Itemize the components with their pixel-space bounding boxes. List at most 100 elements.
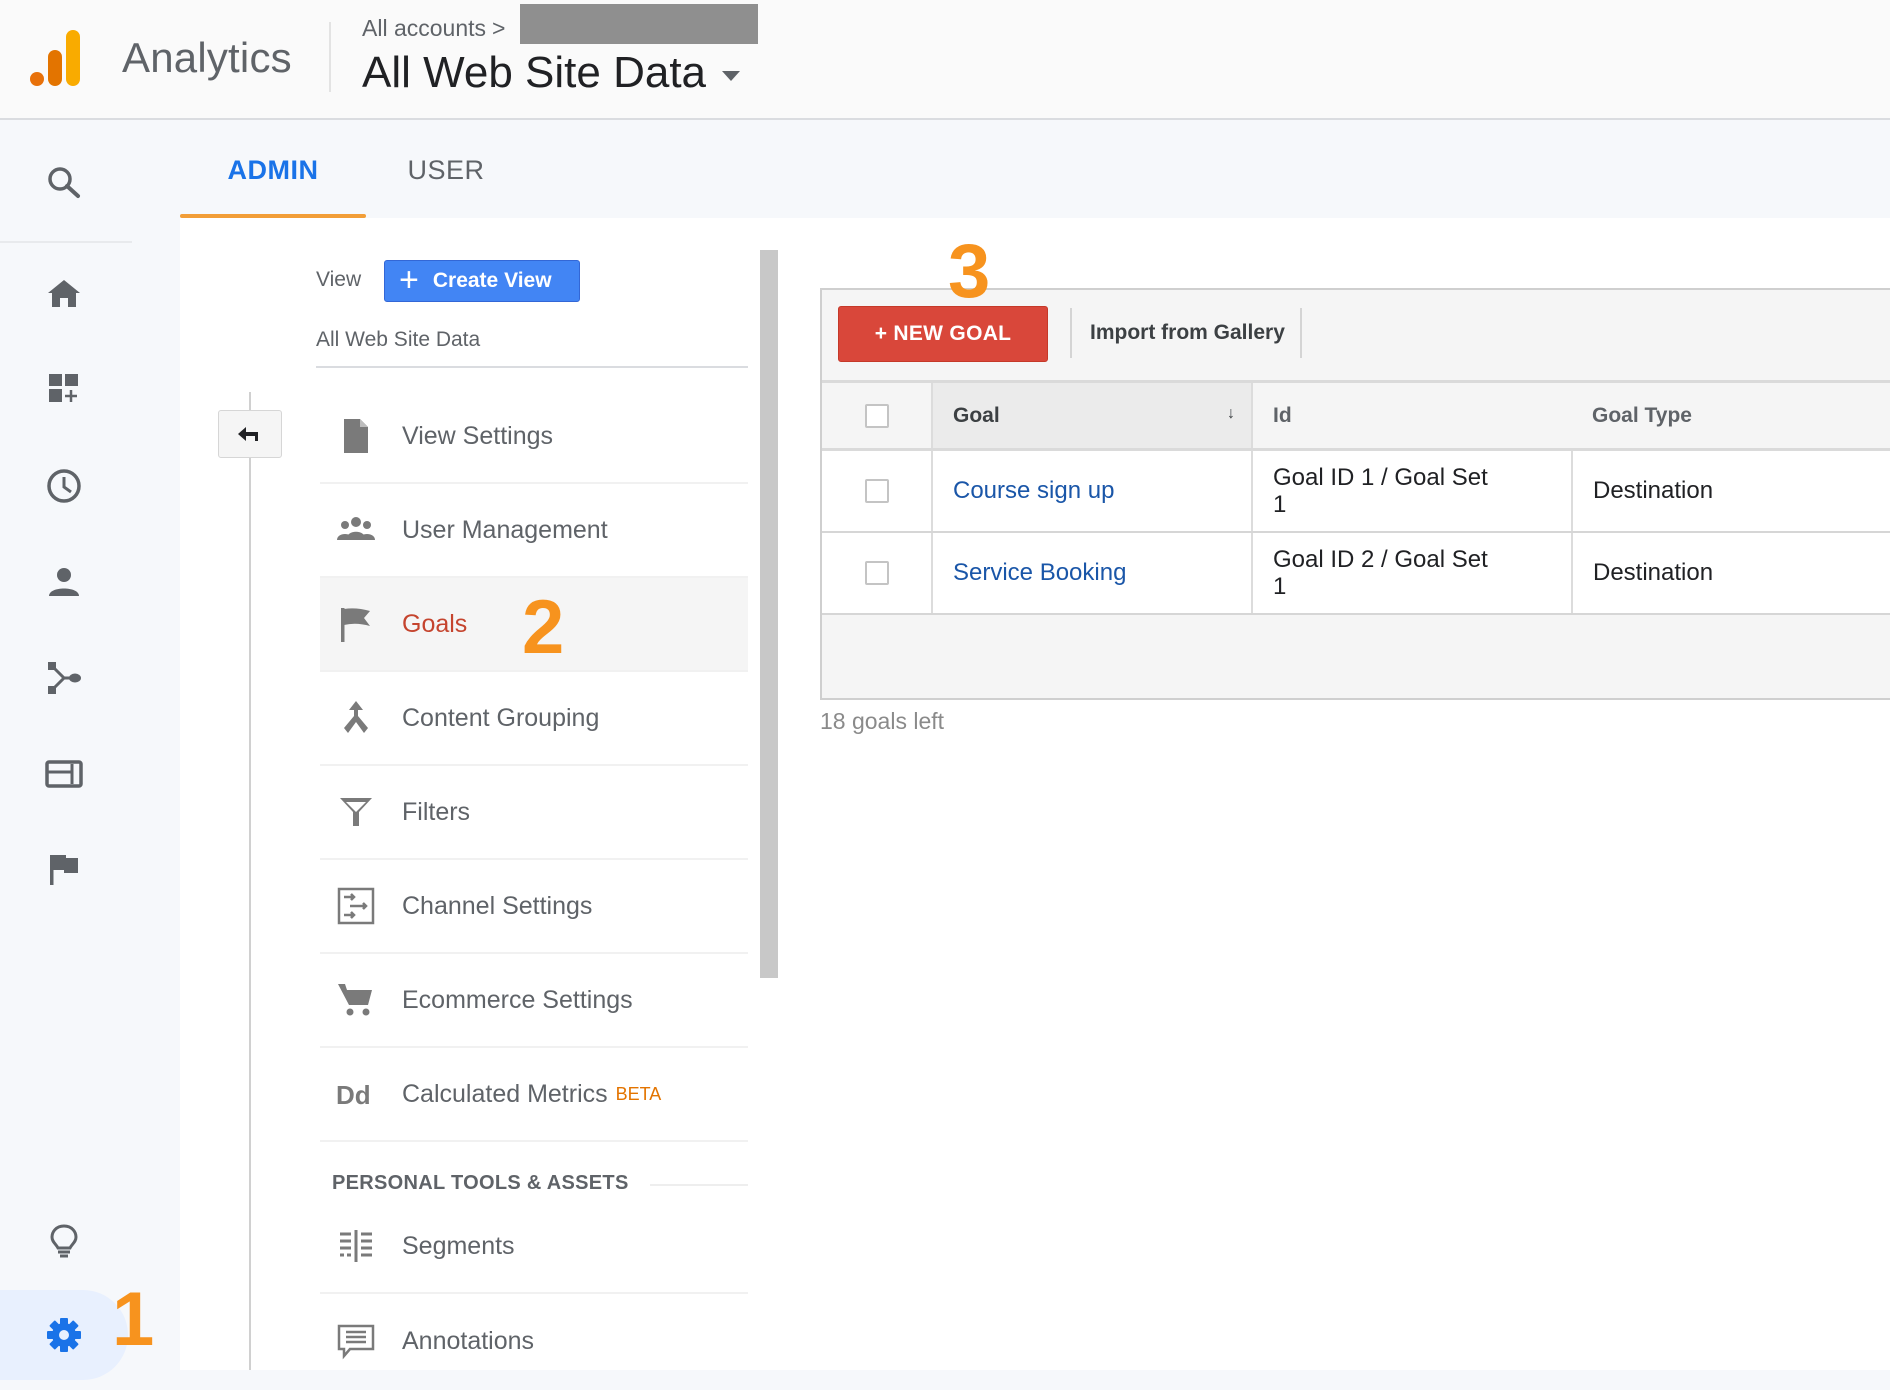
app-header: Analytics All accounts > All Web Site Dat… [0, 0, 1890, 120]
menu-label: Segments [402, 1231, 515, 1260]
search-icon[interactable] [44, 163, 84, 203]
goal-type-cell: Destination [1571, 531, 1890, 615]
back-button[interactable] [218, 410, 282, 458]
goal-id-text: Goal ID 1 / Goal Set [1273, 463, 1488, 491]
column-label: Goal [953, 403, 1000, 427]
conversions-flag-icon[interactable] [44, 849, 84, 889]
column-header-id[interactable]: Id [1251, 380, 1572, 451]
table-row: Course sign up Goal ID 1 / Goal Set 1 Des… [822, 449, 1890, 533]
breadcrumb-separator: > [492, 15, 506, 41]
menu-label: Content Grouping [402, 703, 600, 732]
table-row: Service Booking Goal ID 2 / Goal Set 1 De… [822, 531, 1890, 615]
breadcrumb-all-accounts[interactable]: All accounts [362, 15, 486, 41]
select-all-checkbox[interactable] [864, 403, 889, 428]
acquisition-icon[interactable] [44, 658, 84, 698]
content-grouping-icon [330, 698, 382, 738]
segments-icon [330, 1226, 382, 1266]
menu-item-annotations[interactable]: Annotations [320, 1294, 748, 1388]
menu-item-view-settings[interactable]: View Settings [320, 390, 748, 484]
back-arrow-icon [238, 427, 258, 441]
menu-item-user-management[interactable]: User Management [320, 484, 748, 578]
admin-gear-icon[interactable] [44, 1315, 84, 1355]
goal-link[interactable]: Service Booking [953, 559, 1126, 586]
menu-item-segments[interactable]: Segments [320, 1200, 748, 1294]
import-from-gallery-button[interactable]: Import from Gallery [1090, 308, 1285, 358]
create-view-button[interactable]: + Create View [384, 260, 580, 302]
new-goal-button[interactable]: + NEW GOAL [838, 306, 1048, 362]
admin-user-tabs: ADMIN USER [180, 122, 1890, 218]
goal-set-text: 1 [1273, 572, 1287, 600]
goal-set-text: 1 [1273, 490, 1287, 518]
step-annotation-2: 2 [522, 585, 565, 670]
menu-item-ecommerce-settings[interactable]: Ecommerce Settings [320, 954, 748, 1048]
step-annotation-1: 1 [112, 1277, 155, 1362]
annotations-icon [330, 1321, 382, 1361]
column-header-goal[interactable]: Goal ↓ [931, 380, 1252, 451]
column-label: Id [1273, 404, 1292, 427]
select-all-cell [822, 380, 932, 451]
audience-person-icon[interactable] [44, 562, 84, 602]
menu-item-channel-settings[interactable]: Channel Settings [320, 860, 748, 954]
view-column-label: View [316, 268, 362, 291]
column-label: Goal Type [1592, 403, 1692, 427]
scrollbar[interactable] [760, 250, 778, 978]
app-name: Analytics [122, 34, 292, 81]
goal-id-text: Goal ID 2 / Goal Set [1273, 545, 1488, 573]
goals-table: Goal ↓ Id Goal Type Course sign up Goal I… [822, 380, 1890, 615]
breadcrumb[interactable]: All accounts > [362, 15, 505, 42]
column-header-goal-type[interactable]: Goal Type [1572, 380, 1890, 451]
tab-user[interactable]: USER [386, 122, 506, 218]
goal-name-cell: Course sign up [931, 449, 1252, 533]
step-annotation-3: 3 [948, 229, 991, 314]
people-icon [330, 510, 382, 550]
document-icon [330, 416, 382, 456]
goals-table-panel: + NEW GOAL Import from Gallery Goal ↓ Id … [820, 288, 1890, 700]
row-select-cell [822, 449, 932, 533]
filter-icon [330, 792, 382, 832]
toolbar-separator [1070, 308, 1072, 358]
menu-item-calculated-metrics[interactable]: Dd Calculated Metrics BETA [320, 1048, 748, 1142]
admin-panel: View + Create View All Web Site Data Vie… [180, 218, 1890, 1370]
goal-id-cell: Goal ID 1 / Goal Set 1 [1251, 449, 1572, 533]
realtime-clock-icon[interactable] [44, 466, 84, 506]
divider [316, 366, 748, 368]
row-checkbox[interactable] [864, 561, 889, 586]
caret-down-icon [722, 71, 741, 81]
customization-icon[interactable] [44, 369, 84, 409]
discover-lightbulb-icon[interactable] [44, 1221, 84, 1261]
sort-down-icon[interactable]: ↓ [1227, 405, 1235, 423]
menu-item-filters[interactable]: Filters [320, 766, 748, 860]
rail-divider [0, 241, 132, 243]
row-select-cell [822, 531, 932, 615]
menu-item-content-grouping[interactable]: Content Grouping [320, 672, 748, 766]
channel-settings-icon [330, 886, 382, 926]
view-selector[interactable]: All Web Site Data [362, 48, 741, 98]
create-view-label: Create View [432, 269, 552, 292]
menu-label: User Management [402, 515, 608, 544]
tab-admin[interactable]: ADMIN [180, 122, 366, 218]
menu-label: Calculated Metrics [402, 1079, 608, 1108]
beta-badge: BETA [615, 1083, 662, 1104]
header-divider [329, 22, 331, 92]
left-nav-rail [0, 122, 180, 1390]
table-header-row: Goal ↓ Id Goal Type [822, 380, 1890, 451]
goal-id-cell: Goal ID 2 / Goal Set 1 [1251, 531, 1572, 615]
dd-icon: Dd [330, 1074, 382, 1114]
view-title: All Web Site Data [362, 48, 707, 97]
menu-label: Channel Settings [402, 891, 593, 920]
toolbar-separator [1300, 308, 1302, 358]
plus-icon: + [399, 260, 419, 299]
row-checkbox[interactable] [864, 479, 889, 504]
section-divider [650, 1184, 748, 1186]
menu-label: Annotations [402, 1326, 535, 1355]
behavior-icon[interactable] [44, 754, 84, 794]
menu-label: Goals [402, 609, 468, 638]
tree-line [249, 392, 251, 1370]
current-view-selector[interactable]: All Web Site Data [316, 328, 480, 352]
svg-text:Dd: Dd [336, 1080, 371, 1110]
goal-link[interactable]: Course sign up [953, 477, 1114, 504]
home-icon[interactable] [44, 273, 84, 313]
goal-type-cell: Destination [1571, 449, 1890, 533]
analytics-logo-icon[interactable] [30, 28, 84, 88]
goal-name-cell: Service Booking [931, 531, 1252, 615]
